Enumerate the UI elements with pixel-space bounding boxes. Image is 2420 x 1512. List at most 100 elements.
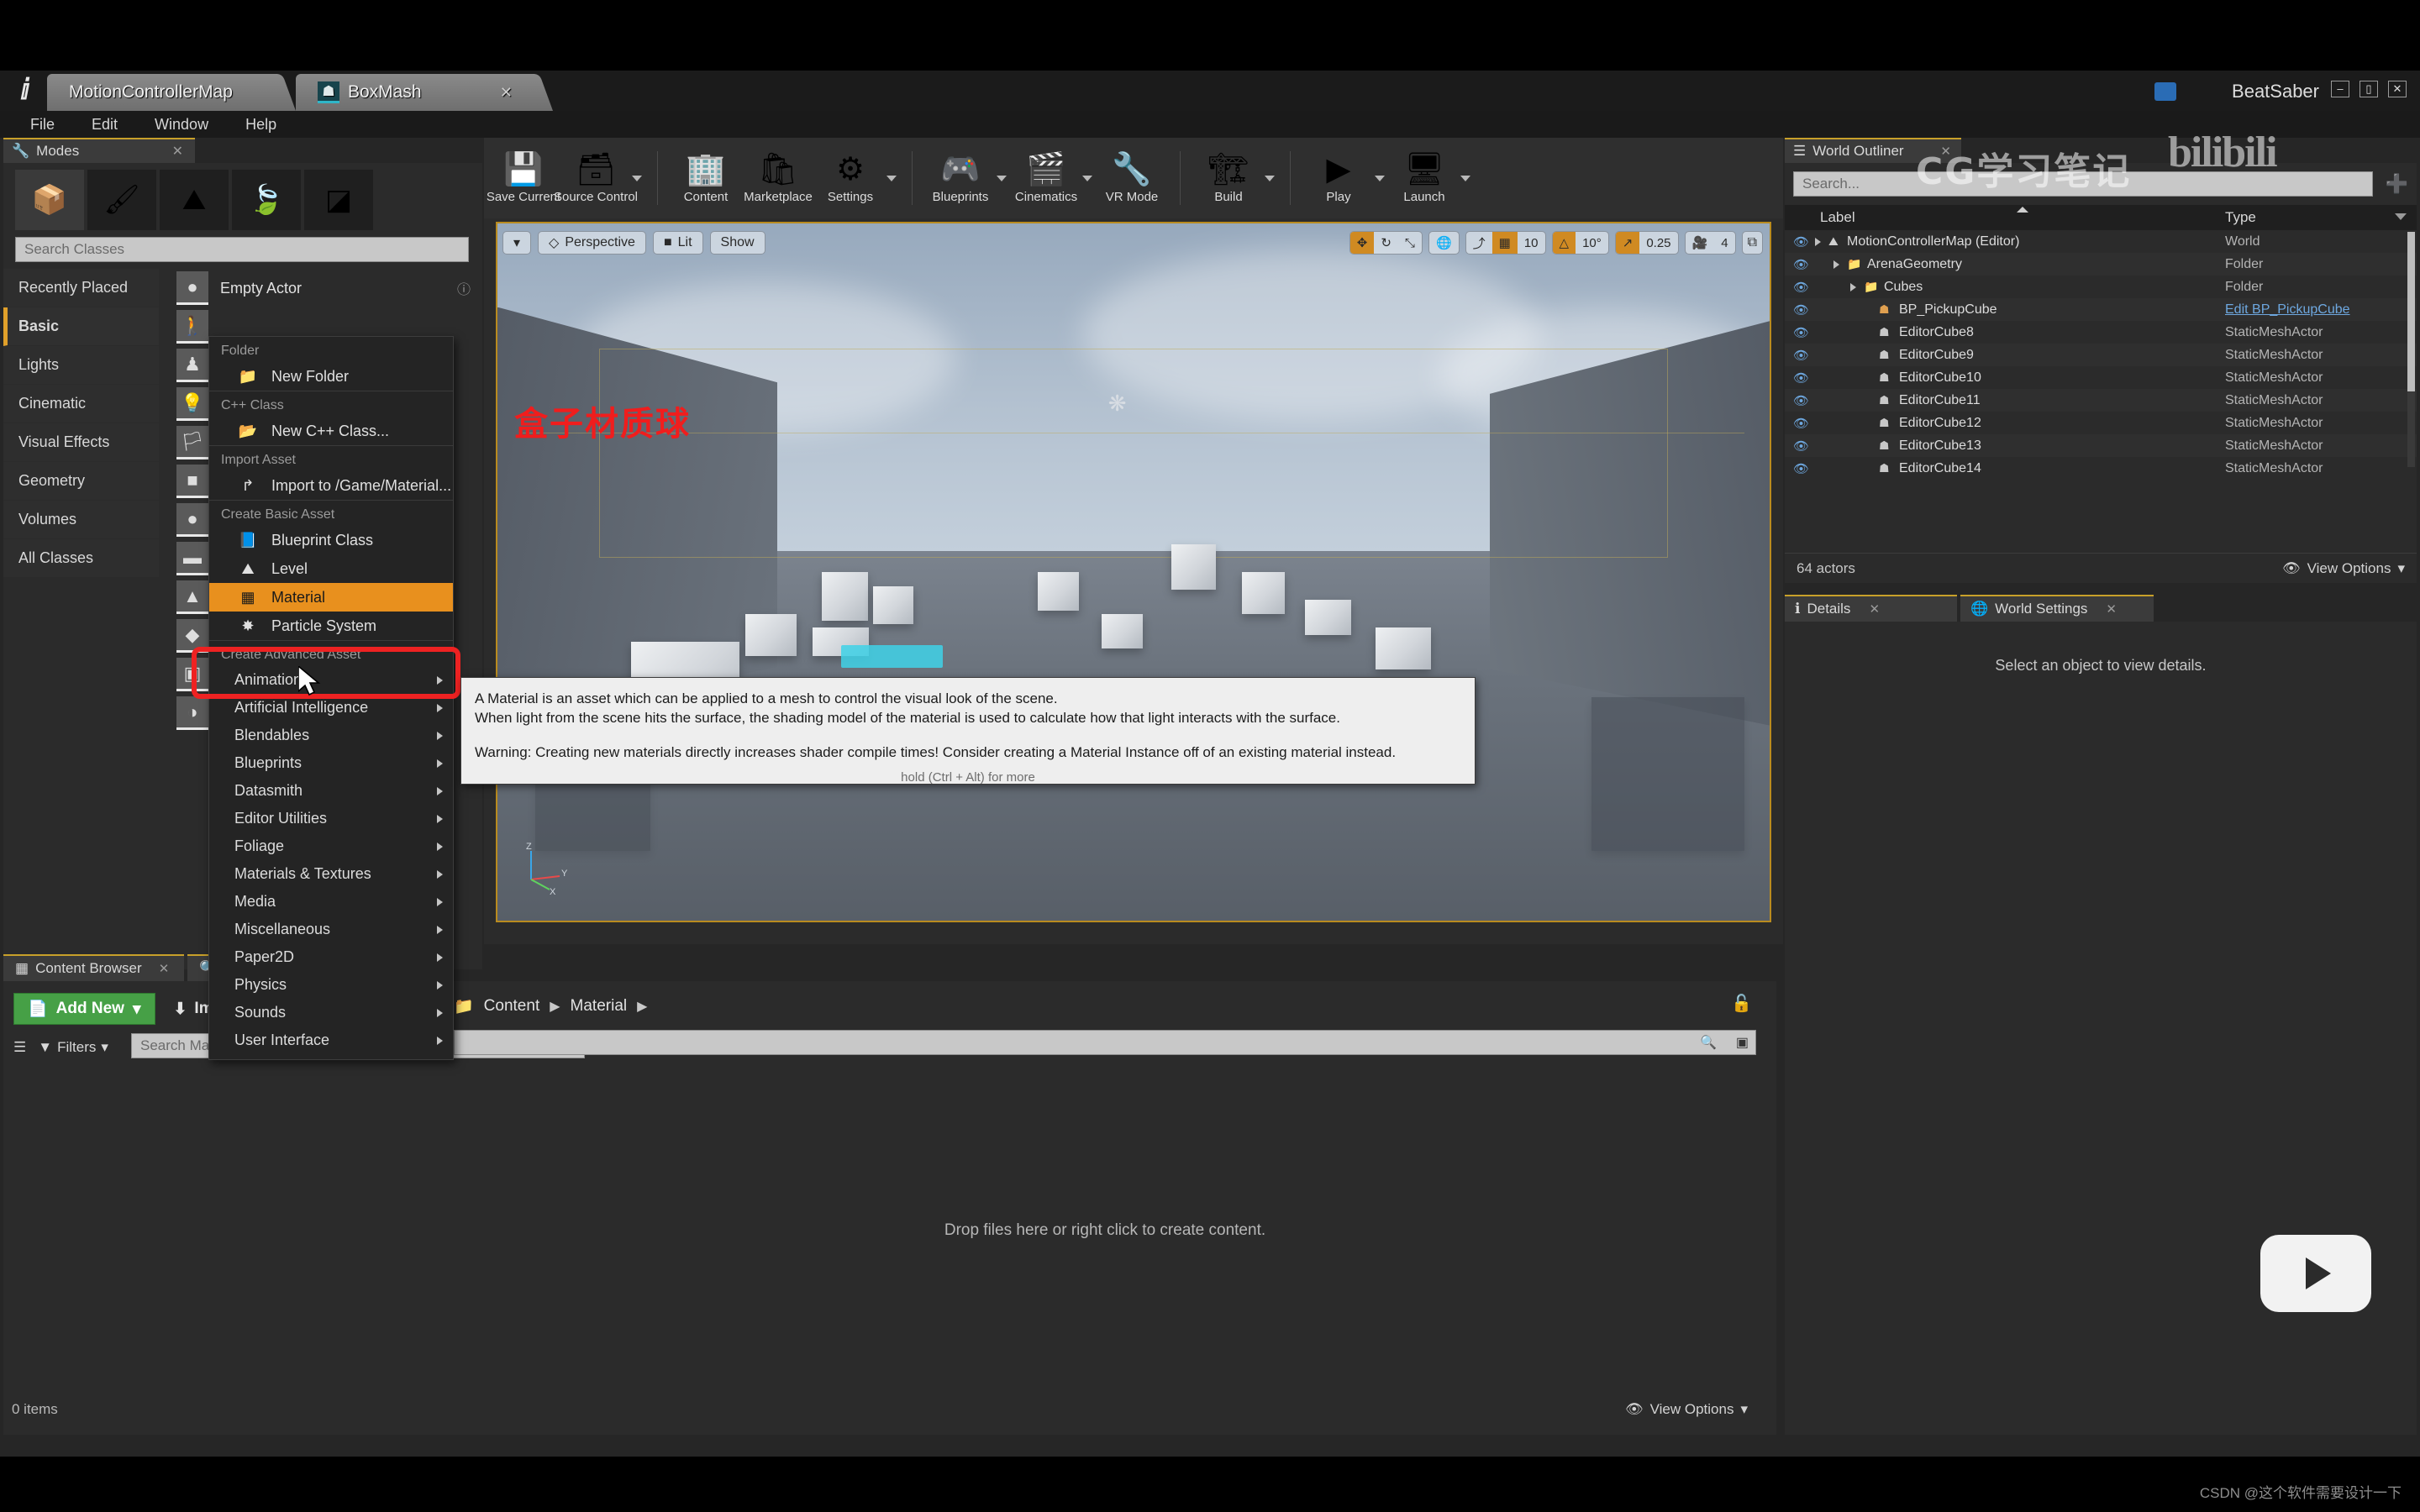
save-current-button[interactable]: 💾 Save Current [487,140,560,216]
menu-item-datasmith[interactable]: Datasmith [209,777,453,805]
visibility-eye-icon[interactable]: 👁 [1793,257,1809,272]
paint-mode-icon[interactable]: 🖌 [87,170,156,230]
expander-icon[interactable] [1815,238,1821,246]
add-new-button[interactable]: 📄 Add New ▾ [13,993,155,1025]
launch-button[interactable]: 🖥 Launch [1388,140,1460,216]
menu-window[interactable]: Window [136,116,227,134]
sidebar-item-recently-placed[interactable]: Recently Placed [3,269,159,307]
asset-drop-area[interactable]: Drop files here or right click to create… [454,1067,1756,1394]
blueprints-caret-icon[interactable] [997,140,1010,216]
close-icon[interactable]: ✕ [172,143,183,160]
tab-boxmash[interactable]: ☗ BoxMash ✕ [296,74,531,111]
close-button[interactable]: ✕ [2388,81,2407,97]
menu-file[interactable]: File [12,116,73,134]
close-icon[interactable]: ✕ [500,84,513,102]
level-viewport[interactable]: ▾ ◇ Perspective ■ Lit Show ✥ ↻ [496,222,1771,922]
table-row[interactable]: 👁 ☗ EditorCube14 StaticMeshActor [1785,457,2417,474]
camera-speed-icon[interactable]: 🎥 [1686,232,1715,254]
expander-icon[interactable] [1833,260,1839,269]
table-row[interactable]: 👁 ☗ EditorCube8 StaticMeshActor [1785,321,2417,344]
menu-item-media[interactable]: Media [209,888,453,916]
close-icon[interactable]: ✕ [1940,144,1951,159]
scale-tool[interactable]: ⤡ [1398,232,1422,254]
rotation-snap-value[interactable]: 10° [1576,232,1608,254]
close-icon[interactable]: ✕ [1869,601,1880,617]
search-classes-input[interactable]: Search Classes [15,237,469,262]
column-header-type[interactable]: Type [2225,209,2256,226]
outliner-scrollbar[interactable] [2407,232,2415,467]
sidebar-item-lights[interactable]: Lights [3,346,159,385]
sources-toggle-icon[interactable]: ☰ [13,1039,26,1056]
sidebar-item-visual-effects[interactable]: Visual Effects [3,423,159,462]
table-row[interactable]: 👁 ☗ BP_PickupCube Edit BP_PickupCube [1785,298,2417,321]
translate-tool[interactable]: ✥ [1350,232,1375,254]
menu-item-new-cpp-class[interactable]: 📂 New C++ Class... [209,417,453,445]
visibility-eye-icon[interactable]: 👁 [1793,393,1809,408]
show-menu-button[interactable]: Show [710,231,765,255]
content-browser-view-options-button[interactable]: 👁 View Options ▾ [1625,1401,1748,1418]
expander-icon[interactable] [1850,283,1856,291]
breadcrumb-item-material[interactable]: Material [571,997,628,1016]
menu-item-blueprints[interactable]: Blueprints [209,749,453,777]
scale-snap-toggle[interactable]: ↗ [1616,232,1640,254]
cinematics-button[interactable]: 🎬 Cinematics [1010,140,1082,216]
table-row[interactable]: 👁 📁 ArenaGeometry Folder [1785,253,2417,276]
maximize-viewport-icon[interactable]: ⧉ [1742,231,1763,255]
table-row[interactable]: 👁 ☗ EditorCube11 StaticMeshActor [1785,389,2417,412]
row-type-link[interactable]: Edit BP_PickupCube [2225,302,2350,318]
viewport-menu-button[interactable]: ▾ [502,231,531,255]
marketplace-button[interactable]: 🛍 Marketplace [742,140,814,216]
sidebar-item-geometry[interactable]: Geometry [3,462,159,501]
menu-item-level[interactable]: ⛰ Level [209,554,453,583]
sidebar-item-basic[interactable]: Basic [3,307,159,346]
menu-item-import-to-game[interactable]: ↱ Import to /Game/Material... [209,471,453,500]
rotation-snap-toggle[interactable]: △ [1553,232,1576,254]
sidebar-item-cinematic[interactable]: Cinematic [3,385,159,423]
menu-item-physics[interactable]: Physics [209,971,453,999]
build-caret-icon[interactable] [1265,140,1278,216]
cinematics-caret-icon[interactable] [1082,140,1096,216]
visibility-eye-icon[interactable]: 👁 [1793,370,1809,386]
rotate-tool[interactable]: ↻ [1374,232,1398,254]
menu-edit[interactable]: Edit [73,116,136,134]
blueprints-button[interactable]: 🎮 Blueprints [924,140,997,216]
menu-item-blendables[interactable]: Blendables [209,722,453,749]
breadcrumb-item-content[interactable]: Content [484,997,540,1016]
filters-button[interactable]: ▼ Filters ▾ [38,1039,108,1056]
close-icon[interactable]: ✕ [159,961,170,976]
visibility-eye-icon[interactable]: 👁 [1793,280,1809,295]
outliner-view-options-button[interactable]: 👁 View Options ▾ [2282,560,2405,577]
menu-item-materials-textures[interactable]: Materials & Textures [209,860,453,888]
world-outliner-search-input[interactable]: Search... [1793,171,2373,197]
tab-motioncontrollermap[interactable]: MotionControllerMap [47,74,274,111]
settings-button[interactable]: ⚙ Settings [814,140,886,216]
play-caret-icon[interactable] [1375,140,1388,216]
asset-search-input[interactable]: 🔍 ▣ [454,1030,1756,1055]
settings-caret-icon[interactable] [886,140,900,216]
menu-help[interactable]: Help [227,116,295,134]
column-filter-icon[interactable] [2395,213,2407,220]
vr-mode-button[interactable]: 🔧 VR Mode [1096,140,1168,216]
visibility-eye-icon[interactable]: 👁 [1793,438,1809,454]
list-item[interactable]: ● Empty Actor ⓘ [163,269,482,307]
grid-snap-toggle[interactable]: ▦ [1492,232,1518,254]
lock-content-browser-icon[interactable]: 🔓 [1731,993,1752,1014]
table-row[interactable]: 👁 ☗ EditorCube10 StaticMeshActor [1785,366,2417,389]
menu-item-editor-utilities[interactable]: Editor Utilities [209,805,453,832]
add-actor-icon[interactable]: ➕ [2386,173,2408,195]
menu-item-animation[interactable]: Animation [209,666,453,694]
menu-item-miscellaneous[interactable]: Miscellaneous [209,916,453,943]
menu-item-new-folder[interactable]: 📁 New Folder [209,362,453,391]
camera-mode-button[interactable]: ◇ Perspective [538,231,646,255]
source-control-caret-icon[interactable] [632,140,645,216]
visibility-eye-icon[interactable]: 👁 [1793,461,1809,475]
landscape-mode-icon[interactable]: ⛰ [160,170,229,230]
close-icon[interactable]: ✕ [2106,601,2117,617]
play-button[interactable]: ▶ Play [1302,140,1375,216]
minimize-button[interactable]: – [2331,81,2349,97]
tab-modes[interactable]: 🔧 Modes ✕ [3,138,195,163]
tab-details[interactable]: ℹ Details ✕ [1785,595,1957,622]
visibility-eye-icon[interactable]: 👁 [1793,234,1809,249]
menu-item-material[interactable]: ▦ Material [209,583,453,612]
geometry-editing-mode-icon[interactable]: ◪ [304,170,373,230]
